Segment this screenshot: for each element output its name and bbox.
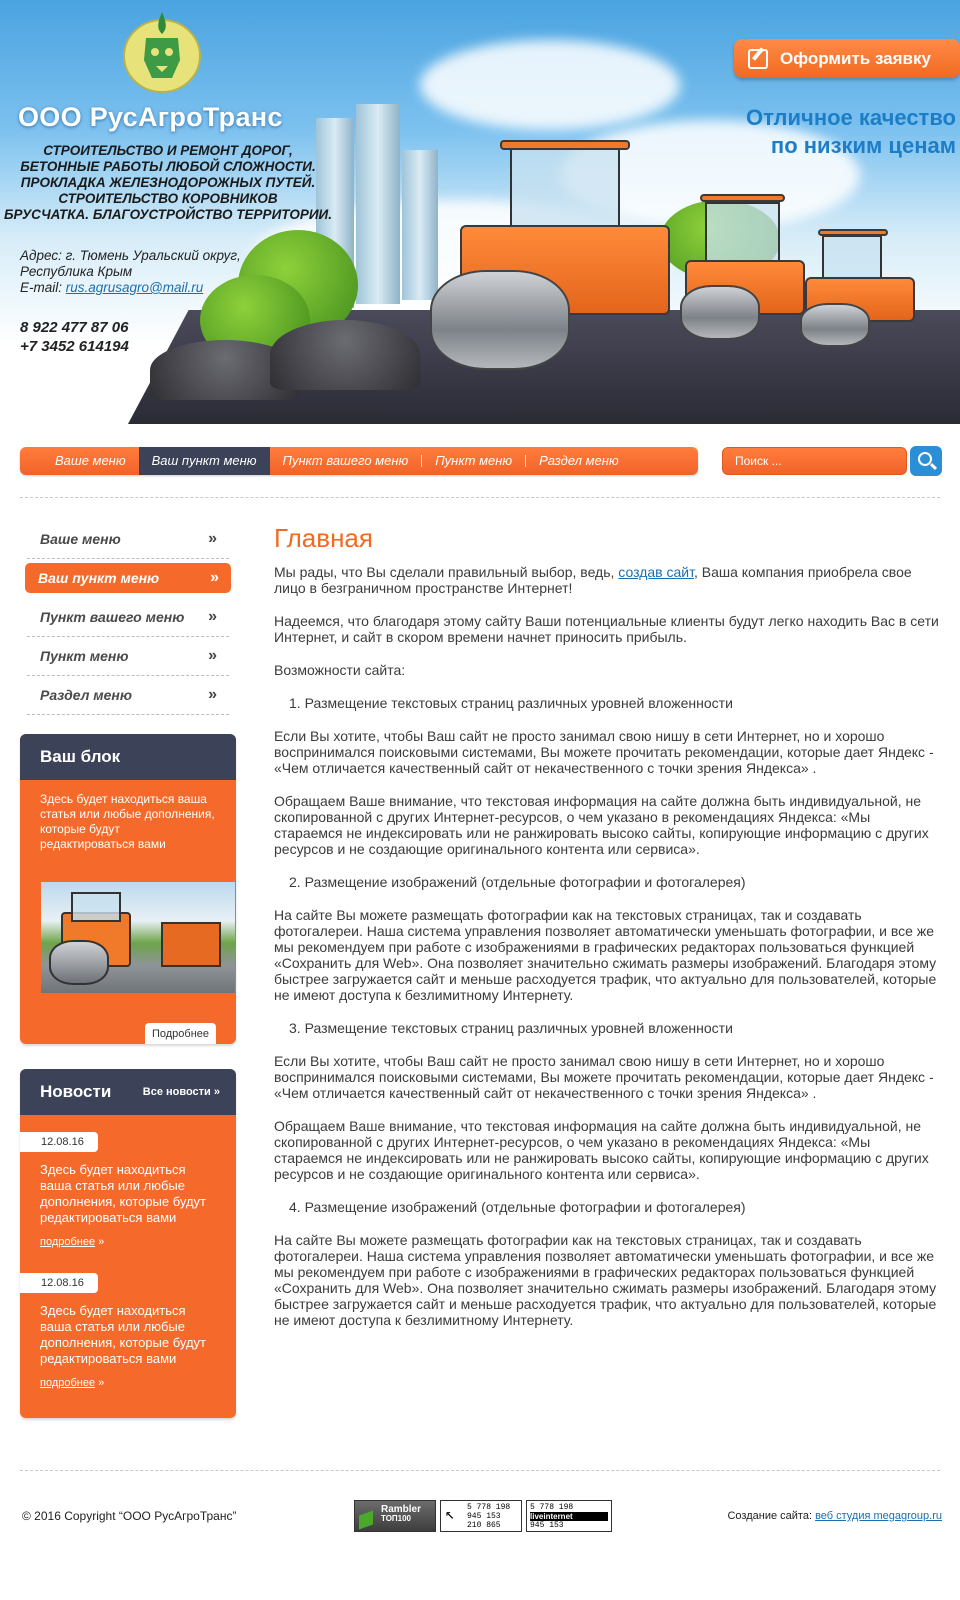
chevron-right-icon: » [208, 530, 217, 547]
rambler-logo-icon [359, 1510, 373, 1530]
edit-icon [748, 48, 768, 69]
search-box [722, 447, 907, 475]
main-content: Главная Мы рады, что Вы сделали правильн… [274, 523, 942, 1345]
top-nav: Ваше меню Ваш пункт меню Пункт вашего ме… [20, 447, 698, 475]
road-roller-medium [680, 190, 810, 340]
divider [20, 497, 940, 498]
email-link[interactable]: rus.agrusagro@mail.ru [66, 280, 204, 295]
site-creator: Создание сайта: веб студия megagroup.ru [727, 1510, 942, 1522]
road-roller-large [430, 110, 690, 370]
road-roller-photo [41, 882, 235, 993]
divider [20, 1470, 940, 1471]
building [356, 104, 400, 304]
all-news-link[interactable]: Все новости » [143, 1069, 220, 1115]
gravel-pile [270, 320, 420, 390]
news-item: 12.08.16 Здесь будет находиться ваша ста… [20, 1273, 236, 1389]
chevron-right-icon: » [210, 569, 219, 586]
company-name: ООО РусАгроТранс [18, 102, 283, 132]
sidebar-item-your-menu-item[interactable]: Ваш пункт меню» [25, 563, 231, 593]
paragraph: Если Вы хотите, чтобы Ваш сайт не просто… [274, 1053, 934, 1101]
chevron-right-icon: » [208, 647, 217, 664]
company-tagline: СТРОИТЕЛЬСТВО И РЕМОНТ ДОРОГ, БЕТОННЫЕ Р… [3, 143, 333, 222]
paragraph: Надеемся, что благодаря этому сайту Ваши… [274, 613, 939, 645]
rambler-counter[interactable]: Rambler ТОП100 [354, 1500, 436, 1532]
your-block: Ваш блок Здесь будет находиться ваша ста… [20, 734, 236, 1044]
list-item: 4. Размещение изображений (отдельные фот… [289, 1199, 746, 1215]
header-banner: ООО РусАгроТранс СТРОИТЕЛЬСТВО И РЕМОНТ … [0, 0, 960, 430]
nav-item-menu-item[interactable]: Пункт меню [422, 447, 525, 475]
liveinternet-counter[interactable]: 5 778 198 liveinternet 945 153 [526, 1500, 612, 1532]
create-site-link[interactable]: создав сайт [618, 564, 694, 580]
paragraph: Возможности сайта: [274, 662, 406, 678]
counters: Rambler ТОП100 ↖ 5 778 198 945 153 210 8… [354, 1500, 612, 1532]
news-text: Здесь будет находиться ваша статья или л… [40, 1303, 206, 1366]
page-title: Главная [274, 523, 373, 553]
company-address: Адрес: г. Тюмень Уральский округ, Респуб… [20, 248, 241, 295]
sidebar-menu: Ваше меню» Ваш пункт меню» Пункт вашего … [25, 520, 231, 715]
news-item: 12.08.16 Здесь будет находиться ваша ста… [20, 1132, 236, 1248]
paragraph: Обращаем Ваше внимание, что текстовая ин… [274, 1118, 929, 1182]
block-text: Здесь будет находиться ваша статья или л… [40, 792, 215, 851]
company-logo-icon [123, 12, 201, 93]
sidebar-item-menu-section[interactable]: Раздел меню» [27, 676, 229, 715]
sidebar-item-menu-item[interactable]: Пункт меню» [27, 637, 229, 676]
order-button[interactable]: Оформить заявку [734, 39, 960, 78]
news-more-link[interactable]: подробнее » [20, 1226, 236, 1248]
slogan: Отличное качество по низким ценам [745, 105, 956, 158]
chevron-right-icon: » [208, 686, 217, 703]
block-more-link[interactable]: Подробнее [144, 1023, 216, 1044]
road-roller-small [800, 225, 920, 347]
megagroup-link[interactable]: веб студия megagroup.ru [815, 1510, 942, 1522]
list-item: 2. Размещение изображений (отдельные фот… [289, 874, 746, 890]
paragraph: Если Вы хотите, чтобы Ваш сайт не просто… [274, 728, 934, 776]
paragraph: На сайте Вы можете размещать фотографии … [274, 1232, 937, 1328]
list-item: 3. Размещение текстовых страниц различны… [289, 1020, 733, 1036]
nav-item-item-of-your-menu[interactable]: Пункт вашего меню [270, 447, 422, 475]
list-item: 1. Размещение текстовых страниц различны… [289, 695, 733, 711]
search-button[interactable] [910, 446, 942, 476]
cursor-arrow-icon: ↖ [445, 1506, 455, 1524]
paragraph: Обращаем Ваше внимание, что текстовая ин… [274, 793, 929, 857]
news-block: Новости Все новости » 12.08.16 Здесь буд… [20, 1069, 236, 1418]
news-date: 12.08.16 [20, 1273, 98, 1293]
paragraph: Мы рады, что Вы сделали правильный выбор… [274, 564, 912, 596]
news-title: Новости Все новости » [20, 1069, 236, 1115]
nav-item-menu-section[interactable]: Раздел меню [526, 447, 632, 475]
stats-counter[interactable]: ↖ 5 778 198 945 153 210 865 [440, 1500, 522, 1532]
building [402, 150, 438, 300]
sidebar-item-your-menu[interactable]: Ваше меню» [27, 520, 229, 559]
paragraph: На сайте Вы можете размещать фотографии … [274, 907, 937, 1003]
news-date: 12.08.16 [20, 1132, 98, 1152]
phone-numbers: 8 922 477 87 06 +7 3452 614194 [20, 319, 129, 355]
nav-item-your-menu-item[interactable]: Ваш пункт меню [138, 447, 270, 475]
news-text: Здесь будет находиться ваша статья или л… [40, 1162, 206, 1225]
block-title: Ваш блок [20, 734, 236, 780]
search-input[interactable] [723, 448, 906, 474]
sidebar-item-item-of-your-menu[interactable]: Пункт вашего меню» [27, 598, 229, 637]
copyright: © 2016 Copyright “ООО РусАгроТранс” [22, 1509, 237, 1523]
chevron-right-icon: » [208, 608, 217, 625]
nav-item-your-menu[interactable]: Ваше меню [20, 447, 139, 475]
news-more-link[interactable]: подробнее » [20, 1367, 236, 1389]
